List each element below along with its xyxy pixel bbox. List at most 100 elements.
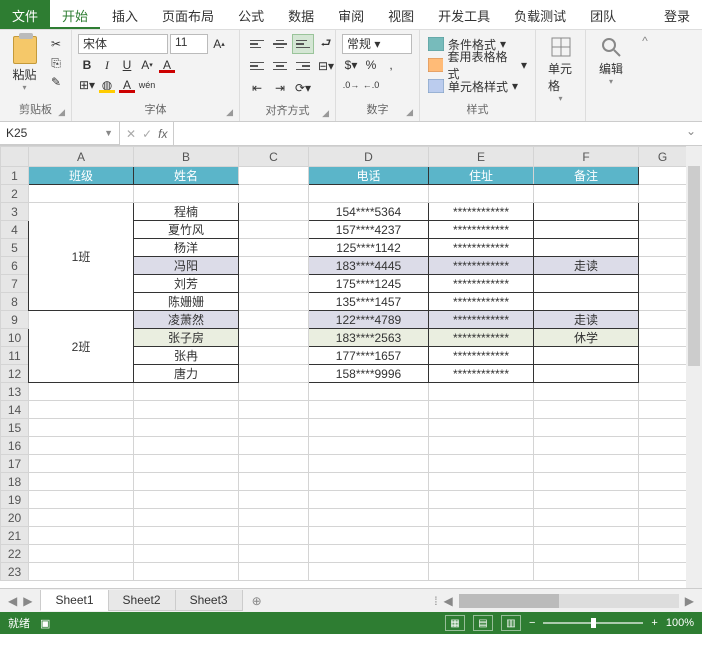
vertical-scrollbar[interactable]	[686, 146, 702, 588]
cell-G13[interactable]	[639, 383, 687, 401]
cell-A3[interactable]: 1班	[29, 203, 134, 311]
cell-G1[interactable]	[639, 167, 687, 185]
cell-F12[interactable]	[534, 365, 639, 383]
cell-C18[interactable]	[239, 473, 309, 491]
cell-C16[interactable]	[239, 437, 309, 455]
cell-G21[interactable]	[639, 527, 687, 545]
align-top-button[interactable]	[246, 34, 268, 54]
cell-B22[interactable]	[134, 545, 239, 563]
cell-A14[interactable]	[29, 401, 134, 419]
row-header-20[interactable]: 20	[1, 509, 29, 527]
cell-G4[interactable]	[639, 221, 687, 239]
cell-G8[interactable]	[639, 293, 687, 311]
cell-F17[interactable]	[534, 455, 639, 473]
cell-G3[interactable]	[639, 203, 687, 221]
cell-D9[interactable]: 122****4789	[309, 311, 429, 329]
row-header-17[interactable]: 17	[1, 455, 29, 473]
cell-D8[interactable]: 135****1457	[309, 293, 429, 311]
formula-input[interactable]	[174, 122, 679, 145]
cell-C11[interactable]	[239, 347, 309, 365]
currency-button[interactable]: $▾	[342, 56, 360, 74]
row-header-14[interactable]: 14	[1, 401, 29, 419]
increase-indent-button[interactable]: ⇥	[269, 78, 291, 98]
cancel-icon[interactable]: ✕	[126, 127, 136, 141]
cell-G11[interactable]	[639, 347, 687, 365]
menu-tab-0[interactable]: 开始	[50, 0, 100, 29]
row-header-21[interactable]: 21	[1, 527, 29, 545]
cell-A20[interactable]	[29, 509, 134, 527]
cell-D10[interactable]: 183****2563	[309, 329, 429, 347]
decrease-indent-button[interactable]: ⇤	[246, 78, 268, 98]
cell-D18[interactable]	[309, 473, 429, 491]
fx-icon[interactable]: fx	[158, 127, 167, 141]
cell-E19[interactable]	[429, 491, 534, 509]
cell-E22[interactable]	[429, 545, 534, 563]
row-header-13[interactable]: 13	[1, 383, 29, 401]
cell-C12[interactable]	[239, 365, 309, 383]
cell-F19[interactable]	[534, 491, 639, 509]
paste-button[interactable]: 粘贴 ▾	[6, 34, 43, 92]
cell-C4[interactable]	[239, 221, 309, 239]
menu-tab-1[interactable]: 插入	[100, 0, 150, 29]
cell-D7[interactable]: 175****1245	[309, 275, 429, 293]
cell-C1[interactable]	[239, 167, 309, 185]
row-header-6[interactable]: 6	[1, 257, 29, 275]
cell-B7[interactable]: 刘芳	[134, 275, 239, 293]
align-center-button[interactable]	[269, 56, 291, 76]
row-header-23[interactable]: 23	[1, 563, 29, 581]
cell-F7[interactable]	[534, 275, 639, 293]
cell-C14[interactable]	[239, 401, 309, 419]
cell-C22[interactable]	[239, 545, 309, 563]
expand-formula-bar-button[interactable]: ⌄	[680, 122, 702, 145]
align-middle-button[interactable]	[269, 34, 291, 54]
menu-tab-7[interactable]: 开发工具	[426, 0, 502, 29]
orientation-button[interactable]: ⟳▾	[292, 78, 314, 98]
phonetic-button[interactable]: wén	[138, 76, 156, 94]
sheet-tab-sheet3[interactable]: Sheet3	[175, 590, 243, 611]
cell-G22[interactable]	[639, 545, 687, 563]
cell-G18[interactable]	[639, 473, 687, 491]
cell-G17[interactable]	[639, 455, 687, 473]
sheet-tab-sheet2[interactable]: Sheet2	[108, 590, 176, 611]
row-header-11[interactable]: 11	[1, 347, 29, 365]
launcher-icon[interactable]: ◢	[322, 108, 329, 119]
cell-D11[interactable]: 177****1657	[309, 347, 429, 365]
row-header-18[interactable]: 18	[1, 473, 29, 491]
cell-B15[interactable]	[134, 419, 239, 437]
cell-B16[interactable]	[134, 437, 239, 455]
col-header-C[interactable]: C	[239, 147, 309, 167]
cell-D22[interactable]	[309, 545, 429, 563]
increase-decimal-button[interactable]: .0→	[342, 76, 360, 94]
row-header-4[interactable]: 4	[1, 221, 29, 239]
cell-D1[interactable]: 电话	[309, 167, 429, 185]
menu-file[interactable]: 文件	[0, 0, 50, 29]
table-format-button[interactable]: 套用表格格式▾	[428, 55, 527, 75]
col-header-B[interactable]: B	[134, 147, 239, 167]
cell-E3[interactable]: ************	[429, 203, 534, 221]
bold-button[interactable]: B	[78, 56, 96, 74]
cell-E9[interactable]: ************	[429, 311, 534, 329]
cell-A18[interactable]	[29, 473, 134, 491]
cell-B19[interactable]	[134, 491, 239, 509]
cell-D4[interactable]: 157****4237	[309, 221, 429, 239]
cell-B14[interactable]	[134, 401, 239, 419]
launcher-icon[interactable]: ◢	[406, 107, 413, 118]
merge-button[interactable]: ⊟▾	[315, 56, 337, 76]
row-header-7[interactable]: 7	[1, 275, 29, 293]
macro-record-icon[interactable]: ▣	[40, 617, 50, 630]
cell-A9[interactable]: 2班	[29, 311, 134, 383]
cell-F13[interactable]	[534, 383, 639, 401]
menu-tab-9[interactable]: 团队	[578, 0, 628, 29]
italic-button[interactable]: I	[98, 56, 116, 74]
cell-F14[interactable]	[534, 401, 639, 419]
cell-B2[interactable]	[134, 185, 239, 203]
cell-A15[interactable]	[29, 419, 134, 437]
col-header-E[interactable]: E	[429, 147, 534, 167]
cell-G12[interactable]	[639, 365, 687, 383]
cell-D5[interactable]: 125****1142	[309, 239, 429, 257]
fill-color-button[interactable]: ◍	[98, 76, 116, 94]
cell-G9[interactable]	[639, 311, 687, 329]
ribbon-collapse-button[interactable]: ^	[636, 30, 654, 121]
cell-E18[interactable]	[429, 473, 534, 491]
enter-icon[interactable]: ✓	[142, 127, 152, 141]
